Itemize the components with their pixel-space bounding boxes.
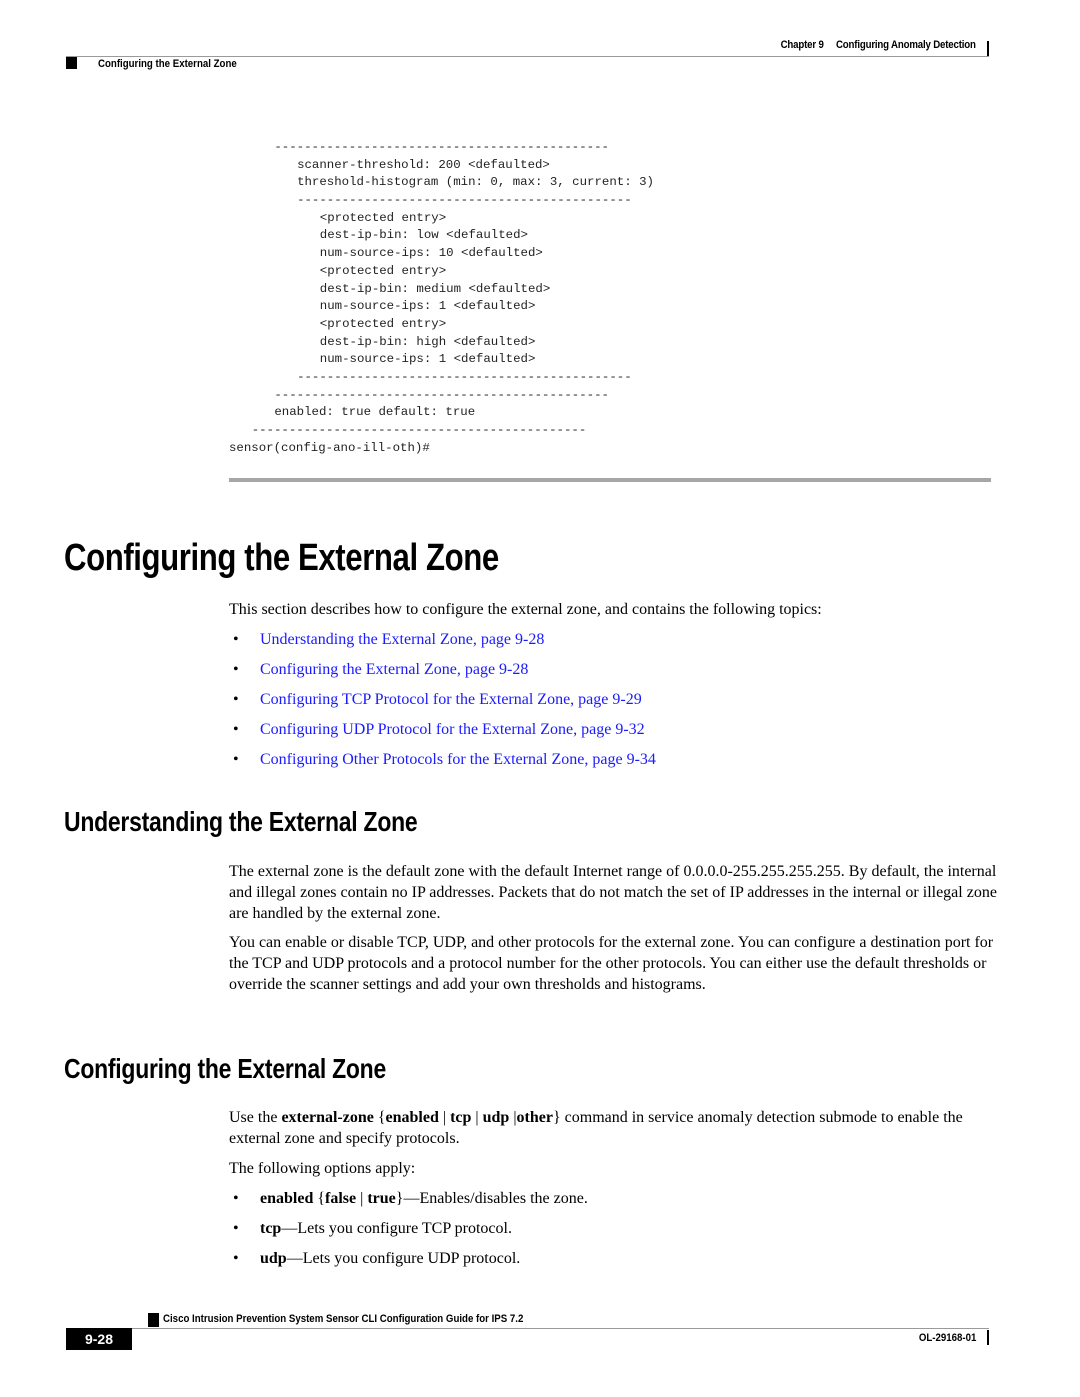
brace: { [373, 1109, 386, 1126]
separator: | [356, 1190, 368, 1207]
code-line: dest-ip-bin: medium <defaulted> [319, 281, 551, 296]
chapter-title: Configuring Anomaly Detection [836, 39, 976, 51]
separator: | [438, 1109, 451, 1126]
brace: { [313, 1190, 326, 1207]
topic-item: • Configuring Other Protocols for the Ext… [229, 749, 656, 779]
footer-edge-bar [987, 1330, 989, 1345]
code-line: enabled: true default: true [274, 405, 476, 420]
separator: | [471, 1109, 483, 1126]
code-line: <protected entry> [319, 210, 447, 225]
code-line: <protected entry> [319, 316, 447, 331]
topic-list: • Understanding the External Zone, page 9… [229, 629, 656, 779]
header-edge-bar [987, 41, 989, 56]
option-description: —Lets you configure TCP protocol. [281, 1220, 512, 1237]
bullet-icon: • [233, 631, 239, 648]
topic-link-understanding[interactable]: Understanding the External Zone, page 9-… [260, 629, 544, 659]
code-line: ----------------------------------------… [251, 423, 587, 437]
bullet-icon: • [233, 751, 239, 768]
option-item-tcp: • tcp—Lets you configure TCP protocol. [229, 1218, 588, 1248]
bullet-icon: • [233, 1250, 239, 1267]
bullet-icon: • [233, 691, 239, 708]
option-arg: false [325, 1190, 357, 1207]
command-option: enabled [385, 1109, 439, 1126]
code-line: dest-ip-bin: high <defaulted> [319, 334, 536, 349]
command-option: udp [482, 1109, 510, 1126]
code-line: ----------------------------------------… [274, 387, 609, 402]
usage-paragraph: Use the external-zone {enabled | tcp | u… [229, 1107, 999, 1149]
code-line: ----------------------------------------… [297, 193, 632, 208]
options-list: • enabled {false | true}—Enables/disables… [229, 1188, 588, 1278]
footer-rule [66, 1328, 989, 1329]
code-line: <protected entry> [319, 263, 447, 278]
option-item-enabled: • enabled {false | true}—Enables/disables… [229, 1188, 588, 1218]
command-name: external-zone [281, 1109, 374, 1126]
document-id: OL-29168-01 [918, 1332, 976, 1344]
bullet-icon: • [233, 1190, 239, 1207]
page-heading: Configuring the External Zone [64, 537, 499, 579]
header-marker-square [66, 57, 77, 69]
option-term: tcp [260, 1220, 282, 1237]
option-description: —Enables/disables the zone. [403, 1190, 588, 1207]
code-block-end-rule [229, 478, 991, 482]
topic-link-configuring[interactable]: Configuring the External Zone, page 9-28 [260, 659, 528, 689]
code-line: num-source-ips: 1 <defaulted> [319, 352, 536, 367]
code-line: num-source-ips: 10 <defaulted> [319, 246, 543, 261]
topic-link-udp[interactable]: Configuring UDP Protocol for the Externa… [260, 719, 645, 749]
bullet-icon: • [233, 1220, 239, 1237]
brace: } [552, 1109, 561, 1126]
topic-link-other[interactable]: Configuring Other Protocols for the Exte… [260, 749, 656, 779]
topic-item: • Configuring the External Zone, page 9-2… [229, 659, 656, 689]
section-heading-configuring: Configuring the External Zone [64, 1053, 386, 1084]
option-term: enabled [260, 1190, 314, 1207]
topic-item: • Configuring UDP Protocol for the Extern… [229, 719, 656, 749]
topic-link-tcp[interactable]: Configuring TCP Protocol for the Externa… [260, 689, 642, 719]
command-option: other [516, 1109, 553, 1126]
command-option: tcp [450, 1109, 472, 1126]
topic-item: • Configuring TCP Protocol for the Extern… [229, 689, 656, 719]
code-line: dest-ip-bin: low <defaulted> [319, 228, 528, 243]
separator: | [509, 1109, 517, 1126]
bullet-icon: • [233, 721, 239, 738]
code-line: num-source-ips: 1 <defaulted> [319, 299, 536, 314]
footer-guide-title: Cisco Intrusion Prevention System Sensor… [163, 1313, 524, 1325]
option-item-udp: • udp—Lets you configure UDP protocol. [229, 1248, 588, 1278]
usage-prefix: Use the [229, 1109, 282, 1126]
topic-item: • Understanding the External Zone, page 9… [229, 629, 656, 659]
running-header-chapter: Chapter 9 Configuring Anomaly Detection [781, 39, 976, 51]
section-heading-understanding: Understanding the External Zone [64, 806, 418, 837]
bullet-icon: • [233, 661, 239, 678]
footer-marker-square [148, 1313, 159, 1327]
code-line: scanner-threshold: 200 <defaulted> [297, 157, 550, 172]
option-term: udp [260, 1250, 287, 1267]
header-rule [66, 56, 989, 57]
page-number: 9-28 [66, 1328, 132, 1350]
understanding-paragraph-2: You can enable or disable TCP, UDP, and … [229, 934, 994, 993]
chapter-label: Chapter 9 [780, 39, 824, 51]
intro-paragraph: This section describes how to configure … [229, 601, 822, 618]
option-description: —Lets you configure UDP protocol. [286, 1250, 521, 1267]
cli-output-code-block: ----------------------------------------… [229, 139, 654, 457]
code-line: sensor(config-ano-ill-oth)# [229, 440, 430, 455]
understanding-paragraph-1: The external zone is the default zone wi… [229, 863, 997, 922]
options-intro: The following options apply: [229, 1160, 416, 1177]
option-arg: true [367, 1190, 396, 1207]
code-line: ----------------------------------------… [274, 140, 609, 154]
code-line: ----------------------------------------… [297, 369, 632, 384]
running-header-section: Configuring the External Zone [98, 58, 237, 70]
code-line: threshold-histogram (min: 0, max: 3, cur… [297, 175, 654, 190]
